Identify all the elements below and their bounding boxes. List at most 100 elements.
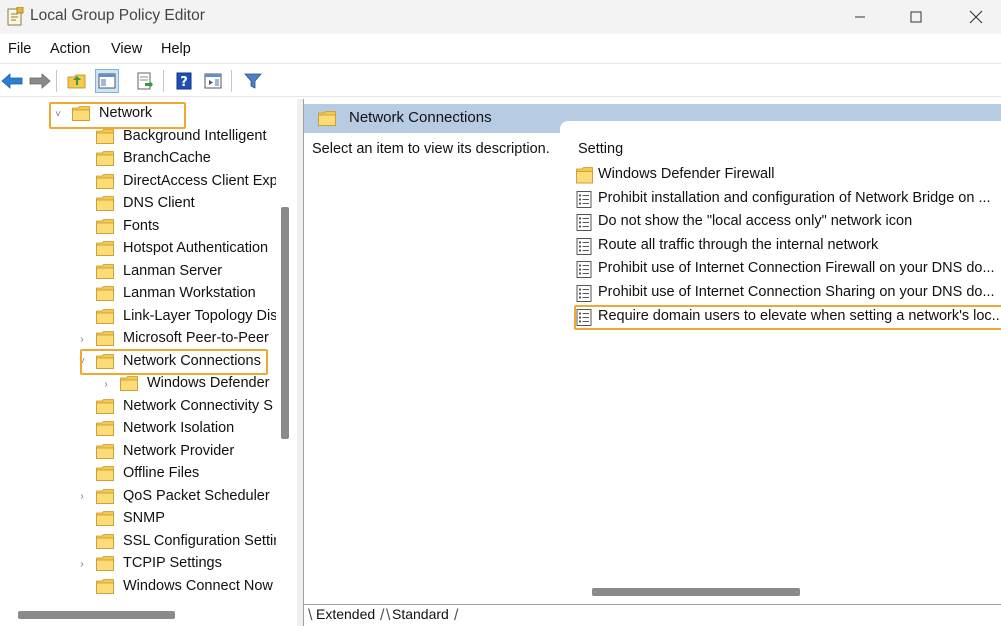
settings-horizontal-scroll-thumb[interactable]	[592, 588, 800, 596]
tree-expander-icon[interactable]	[76, 193, 88, 215]
tree-expander-icon[interactable]	[76, 216, 88, 238]
setting-row[interactable]: Route all traffic through the internal n…	[576, 235, 1001, 257]
folder-icon	[96, 308, 114, 324]
setting-label: Prohibit use of Internet Connection Shar…	[598, 284, 995, 300]
tree-expander-icon[interactable]	[76, 463, 88, 485]
column-header-setting[interactable]: Setting	[578, 141, 623, 157]
tree-expander-icon[interactable]	[76, 261, 88, 283]
tree-item[interactable]: › Windows Defender	[0, 373, 297, 395]
show-hide-console-tree-button[interactable]	[95, 69, 119, 93]
setting-row[interactable]: Do not show the "local access only" netw…	[576, 211, 1001, 233]
tree-expander-icon[interactable]: ›	[100, 373, 112, 395]
highlight-network	[49, 102, 186, 129]
tree-item[interactable]: Network Connectivity S	[0, 396, 297, 418]
setting-row[interactable]: Prohibit use of Internet Connection Shar…	[576, 282, 1001, 304]
tree-item[interactable]: Offline Files	[0, 463, 297, 485]
tree-expander-icon[interactable]: ›	[76, 486, 88, 508]
tree-vertical-scroll-thumb[interactable]	[281, 207, 289, 439]
folder-icon	[96, 443, 114, 459]
tree-expander-icon[interactable]	[76, 283, 88, 305]
tree-item[interactable]: Hotspot Authentication	[0, 238, 297, 260]
policy-setting-icon	[576, 214, 592, 232]
settings-horizontal-scrollbar[interactable]	[572, 583, 1001, 603]
tree-item-label: Lanman Workstation	[123, 285, 256, 301]
folder-icon	[96, 263, 114, 279]
tree-expander-icon[interactable]	[76, 238, 88, 260]
tab-extended[interactable]: Extended	[316, 606, 375, 622]
folder-icon	[96, 488, 114, 504]
console-tree[interactable]: Windows Connect Now › TCPIP Settings SSL Co…	[0, 99, 297, 626]
menu-help[interactable]: Help	[161, 41, 191, 57]
tree-expander-icon[interactable]	[76, 418, 88, 440]
folder-icon	[96, 128, 114, 144]
tree-expander-icon[interactable]	[76, 306, 88, 328]
tree-horizontal-scroll-thumb[interactable]	[18, 611, 175, 619]
policy-setting-icon	[576, 308, 592, 326]
help-button[interactable]: ?	[172, 69, 196, 93]
tree-item[interactable]: DNS Client	[0, 193, 297, 215]
tree-item[interactable]: Link-Layer Topology Dis	[0, 306, 297, 328]
menu-bar: File Action View Help	[0, 34, 1001, 63]
tree-item[interactable]: Lanman Server	[0, 261, 297, 283]
tree-item[interactable]: SSL Configuration Settir	[0, 531, 297, 553]
tree-item[interactable]: SNMP	[0, 508, 297, 530]
setting-row[interactable]: Require domain users to elevate when set…	[576, 306, 1001, 328]
export-list-button[interactable]	[133, 69, 157, 93]
setting-row[interactable]: Prohibit use of Internet Connection Fire…	[576, 258, 1001, 280]
svg-text:?: ?	[180, 75, 188, 90]
close-button[interactable]	[953, 0, 999, 34]
show-hide-tree-icon	[98, 73, 116, 89]
folder-icon	[96, 331, 114, 346]
tree-item[interactable]: Windows Connect Now	[0, 576, 297, 598]
setting-row[interactable]: Prohibit installation and configuration …	[576, 188, 1001, 210]
minimize-button[interactable]	[837, 0, 883, 34]
tree-vertical-scrollbar[interactable]	[276, 99, 294, 603]
setting-label: Windows Defender Firewall	[598, 166, 775, 182]
export-list-icon	[137, 72, 153, 90]
tree-expander-icon[interactable]	[76, 576, 88, 598]
tree-item[interactable]: › Microsoft Peer-to-Peer	[0, 328, 297, 350]
back-icon	[1, 73, 23, 89]
tree-item[interactable]: Network Provider	[0, 441, 297, 463]
details-pane: Network Connections Select an item to vi…	[303, 99, 1001, 626]
maximize-button[interactable]	[893, 0, 939, 34]
tree-item[interactable]: Network Isolation	[0, 418, 297, 440]
menu-view[interactable]: View	[111, 41, 142, 57]
tree-item-label: Fonts	[123, 217, 160, 234]
menu-action[interactable]: Action	[50, 41, 90, 57]
tree-item[interactable]: Lanman Workstation	[0, 283, 297, 305]
description-area: Select an item to view its description.	[304, 133, 560, 603]
tree-item-label: SSL Configuration Settir	[123, 532, 279, 549]
tab-standard[interactable]: Standard	[392, 606, 449, 622]
view-tabs: \ Extended / \ Standard /	[304, 604, 1001, 626]
folder-icon	[96, 398, 114, 414]
folder-icon	[120, 376, 138, 391]
toolbar-separator	[231, 70, 232, 92]
forward-button[interactable]	[28, 69, 52, 93]
tree-item-label: BranchCache	[123, 150, 211, 166]
tree-item[interactable]: DirectAccess Client Expe	[0, 171, 297, 193]
help-icon: ?	[176, 72, 192, 90]
up-one-level-button[interactable]	[65, 69, 89, 93]
tree-item[interactable]: › TCPIP Settings	[0, 553, 297, 575]
details-header-title: Network Connections	[349, 109, 492, 126]
menu-file[interactable]: File	[8, 41, 31, 57]
tree-item[interactable]: Fonts	[0, 216, 297, 238]
tree-item[interactable]: BranchCache	[0, 148, 297, 170]
settings-list[interactable]: Setting Windows Defender Firewall Prohibi…	[560, 121, 1001, 603]
tree-expander-icon[interactable]	[76, 441, 88, 463]
tree-expander-icon[interactable]	[76, 508, 88, 530]
tree-horizontal-scrollbar[interactable]	[0, 604, 297, 626]
tree-expander-icon[interactable]: ›	[76, 328, 88, 350]
filter-button[interactable]	[241, 69, 265, 93]
tree-item[interactable]: › QoS Packet Scheduler	[0, 486, 297, 508]
tree-item-label: Microsoft Peer-to-Peer	[123, 330, 269, 346]
setting-row[interactable]: Windows Defender Firewall	[576, 164, 1001, 186]
tree-expander-icon[interactable]: ›	[76, 553, 88, 575]
tree-expander-icon[interactable]	[76, 531, 88, 553]
tree-expander-icon[interactable]	[76, 396, 88, 418]
show-hide-action-pane-button[interactable]	[201, 69, 225, 93]
tree-expander-icon[interactable]	[76, 171, 88, 193]
back-button[interactable]	[0, 69, 24, 93]
tree-expander-icon[interactable]	[76, 148, 88, 170]
